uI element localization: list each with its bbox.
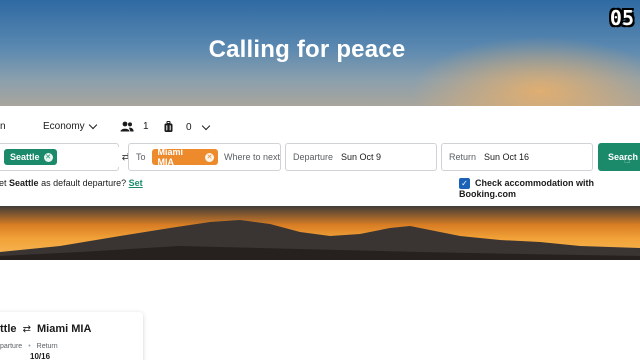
chevron-down-icon (201, 121, 210, 130)
prompt-city: Seattle (9, 178, 39, 188)
search-button[interactable]: Search (598, 143, 640, 171)
prompt-suffix: as default departure? (41, 178, 127, 188)
close-icon[interactable]: ✕ (43, 152, 53, 162)
return-date: 10/16 (30, 352, 51, 360)
chevron-down-icon (88, 120, 97, 130)
destination-field[interactable]: To Miami MIA ✕ (128, 143, 281, 171)
departure-value: Sun Oct 9 (341, 152, 382, 162)
bags-select[interactable]: 0 (164, 121, 210, 133)
destination-city: Miami MIA (157, 147, 184, 167)
return-date-field[interactable]: Return Sun Oct 16 (441, 143, 593, 171)
hand-cursor-icon: ☝ (624, 155, 631, 166)
return-label: Return (449, 152, 477, 162)
bag-count: 0 (186, 121, 192, 133)
hero-banner: Calling for peace 05 (0, 0, 640, 106)
trip-type-select[interactable]: n (0, 121, 6, 132)
destination-label: To (136, 152, 146, 162)
route-from: ttle (0, 323, 17, 335)
flight-search-panel: n Economy 1 0 Seattle ✕ ⇄ To Miami MIA ✕… (0, 106, 640, 206)
corner-badge: 05 (609, 6, 634, 30)
people-icon (120, 121, 134, 132)
prompt-prefix: et (0, 178, 7, 188)
set-default-link[interactable]: Set (129, 178, 143, 188)
destination-chip: Miami MIA ✕ (151, 147, 218, 167)
cabin-class-label: Economy (43, 121, 85, 132)
default-departure-prompt: et Seattle as default departure? Set (0, 178, 143, 188)
destination-input[interactable] (224, 152, 280, 162)
passengers-select[interactable]: 1 (120, 121, 149, 132)
accommodation-label: Check accommodation with Booking.com (459, 178, 595, 200)
return-value: Sun Oct 16 (484, 152, 530, 162)
departure-label: Departure (293, 152, 334, 162)
checkbox-checked-icon[interactable]: ✓ (459, 178, 470, 190)
route-title: ttle ⇄ Miami MIA (0, 323, 91, 335)
origin-field[interactable]: Seattle ✕ (0, 143, 119, 171)
trip-type-label: n (0, 121, 6, 132)
luggage-icon (164, 121, 173, 132)
accommodation-option[interactable]: ✓ Check accommodation with Booking.com (459, 178, 640, 199)
origin-chip: Seattle ✕ (4, 149, 57, 165)
passenger-count: 1 (143, 121, 149, 132)
trip-legs: parture • Return (0, 343, 58, 350)
mountain-silhouette (0, 220, 640, 260)
departure-date-field[interactable]: Departure Sun Oct 9 (285, 143, 437, 171)
separator-dot: • (28, 343, 31, 350)
route-to: Miami MIA (37, 323, 92, 335)
origin-city: Seattle (10, 152, 40, 162)
cabin-class-select[interactable]: Economy (43, 120, 97, 132)
close-icon[interactable]: ✕ (205, 152, 214, 162)
hero-title: Calling for peace (208, 36, 406, 63)
departure-leg-label: parture (0, 343, 23, 350)
round-trip-arrow-icon: ⇄ (22, 324, 31, 335)
sunset-mountain-image (0, 206, 640, 260)
return-leg-label: Return (36, 343, 58, 350)
flight-result-card[interactable]: ttle ⇄ Miami MIA parture • Return 10/16 (0, 312, 143, 360)
